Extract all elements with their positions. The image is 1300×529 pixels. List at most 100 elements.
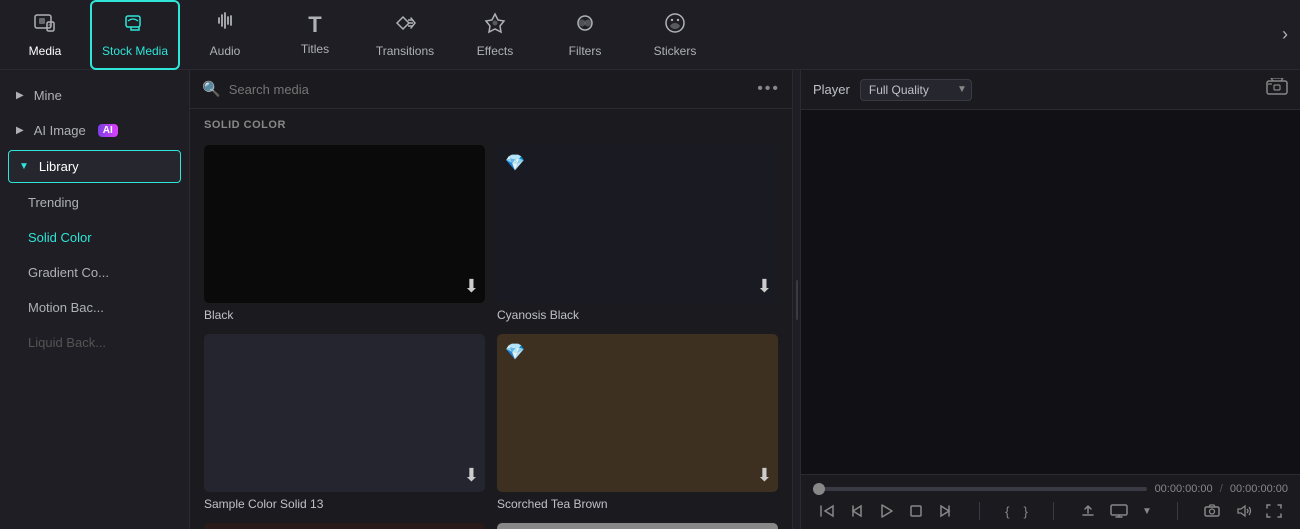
time-display: 00:00:00:00 / 00:00:00:00 — [1155, 483, 1288, 495]
top-nav: Media Stock Media Audio T Titles — [0, 0, 1300, 70]
sidebar-item-library[interactable]: ▼ Library — [8, 150, 181, 183]
snapshot-button[interactable] — [1198, 502, 1226, 520]
media-thumbnail-black: ⬇ — [204, 145, 485, 303]
sidebar-item-motion-bg[interactable]: Motion Bac... — [0, 290, 189, 325]
search-input[interactable] — [229, 82, 750, 97]
player-controls-bottom: 00:00:00:00 / 00:00:00:00 — [801, 474, 1300, 529]
sidebar-solid-color-label: Solid Color — [28, 230, 92, 245]
download-icon[interactable]: ⬇ — [464, 465, 479, 486]
mark-out-button[interactable]: } — [1017, 502, 1033, 521]
play-button[interactable] — [873, 501, 901, 521]
control-divider-3 — [1177, 502, 1178, 520]
sidebar-item-trending[interactable]: Trending — [0, 185, 189, 220]
list-item[interactable]: ⬇ — [497, 523, 778, 529]
titles-icon: T — [308, 14, 321, 36]
nav-media[interactable]: Media — [0, 0, 90, 70]
media-grid: ⬇ Black 💎 ⬇ Cyanosis Black ⬇ Sample Colo… — [190, 137, 792, 529]
control-divider — [979, 502, 980, 520]
media-icon — [33, 12, 57, 38]
nav-more-arrow[interactable]: › — [1270, 0, 1300, 70]
prev-frame-button[interactable] — [843, 502, 871, 520]
timeline-bar: 00:00:00:00 / 00:00:00:00 — [813, 483, 1288, 495]
next-frame-button[interactable] — [931, 502, 959, 520]
player-label: Player — [813, 82, 850, 97]
media-label-sample13: Sample Color Solid 13 — [204, 497, 485, 511]
list-item[interactable]: 💎 ⬇ Cyanosis Black — [497, 145, 778, 322]
sidebar-item-liquid-bg[interactable]: Liquid Back... — [0, 325, 189, 360]
fullscreen-button[interactable] — [1260, 502, 1288, 520]
sidebar-item-gradient[interactable]: Gradient Co... — [0, 255, 189, 290]
sidebar-liquid-label: Liquid Back... — [28, 335, 106, 350]
list-item[interactable]: ⬇ Black — [204, 145, 485, 322]
sidebar: ▶ Mine ▶ AI Image AI ▼ Library Trending … — [0, 70, 190, 529]
stickers-icon — [663, 12, 687, 38]
sidebar-item-ai-image[interactable]: ▶ AI Image AI — [0, 113, 189, 148]
section-label: SOLID COLOR — [190, 109, 792, 137]
search-options-icon[interactable]: ••• — [757, 80, 780, 98]
sidebar-item-solid-color[interactable]: Solid Color — [0, 220, 189, 255]
media-thumbnail-tea-brown: 💎 ⬇ — [497, 334, 778, 492]
display-button[interactable] — [1104, 502, 1134, 520]
control-row: { } ▼ — [813, 501, 1288, 521]
media-thumbnail-red: 💎 ⬇ — [204, 523, 485, 529]
nav-stickers[interactable]: Stickers — [630, 0, 720, 70]
nav-effects-label: Effects — [477, 44, 513, 58]
quality-select-wrapper[interactable]: Full Quality Half Quality Quarter Qualit… — [860, 79, 972, 101]
player-header: Player Full Quality Half Quality Quarter… — [801, 70, 1300, 110]
search-bar: 🔍 ••• — [190, 70, 792, 109]
list-item[interactable]: 💎 ⬇ — [204, 523, 485, 529]
media-label-cyanosis: Cyanosis Black — [497, 308, 778, 322]
scroll-thumb[interactable] — [796, 280, 798, 320]
download-icon[interactable]: ⬇ — [757, 276, 772, 297]
playback-controls — [813, 501, 959, 521]
sidebar-ai-label: AI Image — [34, 123, 86, 138]
nav-filters[interactable]: Filters — [540, 0, 630, 70]
quality-select[interactable]: Full Quality Half Quality Quarter Qualit… — [860, 79, 972, 101]
mark-in-button[interactable]: { — [999, 502, 1015, 521]
player-viewport — [801, 110, 1300, 474]
effects-icon — [483, 12, 507, 38]
export-button[interactable] — [1074, 502, 1102, 520]
timeline-track[interactable] — [813, 487, 1147, 491]
nav-stickers-label: Stickers — [654, 44, 697, 58]
list-item[interactable]: 💎 ⬇ Scorched Tea Brown — [497, 334, 778, 511]
time-separator: / — [1220, 483, 1223, 495]
nav-stock-media-label: Stock Media — [102, 44, 168, 58]
sidebar-mine-label: Mine — [34, 88, 62, 103]
nav-transitions[interactable]: Transitions — [360, 0, 450, 70]
ai-badge: AI — [98, 124, 118, 137]
search-icon: 🔍 — [202, 80, 221, 98]
stock-media-icon — [123, 12, 147, 38]
media-label-tea-brown: Scorched Tea Brown — [497, 497, 778, 511]
list-item[interactable]: ⬇ Sample Color Solid 13 — [204, 334, 485, 511]
stop-button[interactable] — [903, 502, 929, 520]
display-options-button[interactable]: ▼ — [1136, 504, 1158, 519]
time-current: 00:00:00:00 — [1155, 483, 1213, 495]
scroll-divider — [792, 70, 800, 529]
download-icon[interactable]: ⬇ — [464, 276, 479, 297]
sidebar-gradient-label: Gradient Co... — [28, 265, 109, 280]
arrow-icon: ▶ — [16, 125, 24, 136]
player-screenshot-icon[interactable] — [1266, 78, 1288, 101]
step-back-button[interactable] — [813, 502, 841, 520]
player-panel: Player Full Quality Half Quality Quarter… — [800, 70, 1300, 529]
nav-stock-media[interactable]: Stock Media — [90, 0, 180, 70]
media-thumbnail-cyanosis: 💎 ⬇ — [497, 145, 778, 303]
media-panel: 🔍 ••• SOLID COLOR ⬇ Black 💎 ⬇ Cyanosis B… — [190, 70, 792, 529]
download-icon[interactable]: ⬇ — [757, 465, 772, 486]
media-thumbnail-sample13: ⬇ — [204, 334, 485, 492]
volume-button[interactable] — [1228, 502, 1258, 520]
nav-audio[interactable]: Audio — [180, 0, 270, 70]
sidebar-item-mine[interactable]: ▶ Mine — [0, 78, 189, 113]
timeline-thumb[interactable] — [813, 483, 825, 495]
time-total: 00:00:00:00 — [1230, 483, 1288, 495]
export-controls: ▼ — [1074, 502, 1158, 520]
nav-titles-label: Titles — [301, 42, 329, 56]
heart-icon: 💎 — [505, 342, 525, 362]
heart-icon: 💎 — [505, 153, 525, 173]
nav-transitions-label: Transitions — [376, 44, 434, 58]
nav-effects[interactable]: Effects — [450, 0, 540, 70]
filters-icon — [572, 12, 598, 38]
mark-controls: { } — [999, 502, 1034, 521]
nav-titles[interactable]: T Titles — [270, 0, 360, 70]
